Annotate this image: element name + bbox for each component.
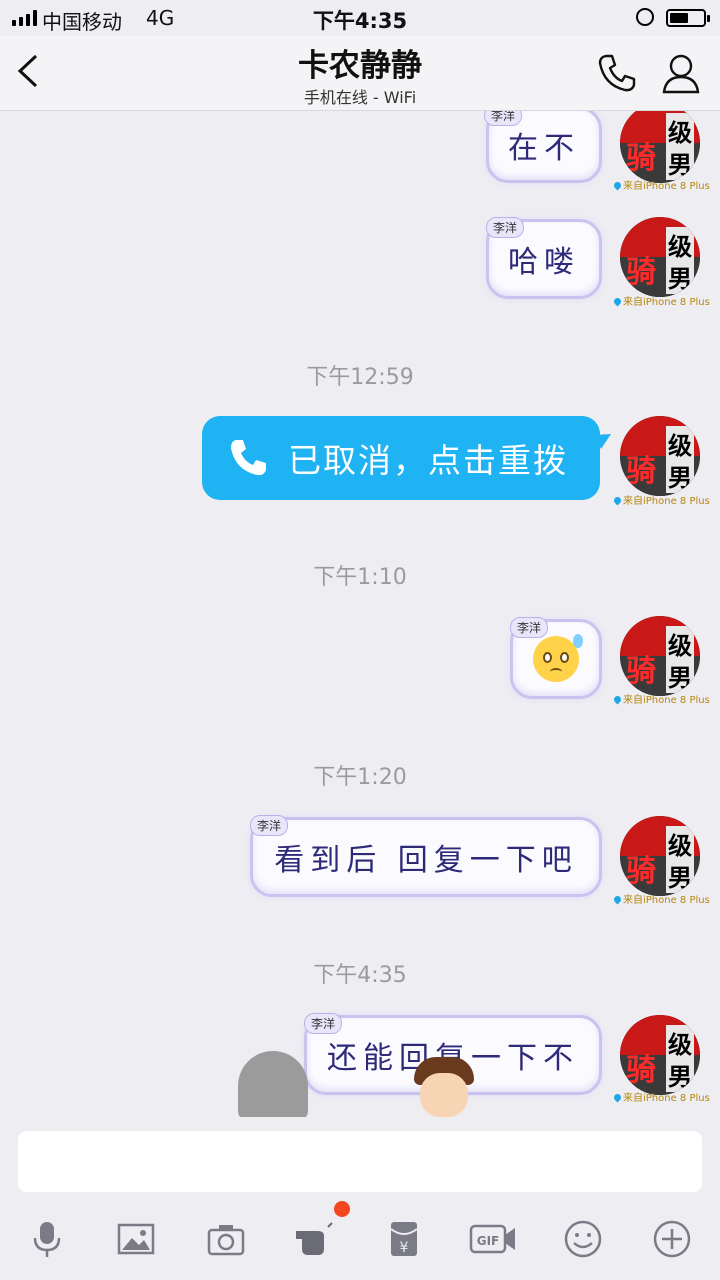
svg-text:¥: ¥ [400, 1240, 409, 1256]
chat-area[interactable]: 在不 李洋 骑级男 来自iPhone 8 Plus 哈喽 李洋 骑级男 来自iP… [0, 111, 720, 1117]
camera-icon[interactable] [196, 1209, 256, 1269]
device-label: 来自iPhone 8 Plus [612, 492, 710, 507]
notification-badge [334, 1201, 350, 1217]
avatar[interactable]: 骑级男 [620, 111, 700, 183]
profile-icon[interactable] [658, 50, 704, 96]
name-tag: 李洋 [484, 111, 523, 126]
toolbar: ¥ GIF [0, 1209, 720, 1269]
svg-text:GIF: GIF [477, 1234, 500, 1248]
phone-icon [231, 440, 266, 476]
phone-call-icon[interactable] [594, 50, 640, 96]
device-label: 来自iPhone 8 Plus [612, 293, 710, 308]
device-label: 来自iPhone 8 Plus [612, 691, 710, 706]
poke-icon[interactable] [284, 1209, 344, 1269]
name-tag: 李洋 [486, 217, 525, 238]
gif-icon[interactable]: GIF [463, 1209, 523, 1269]
message-text: 在不 [508, 131, 580, 166]
name-tag: 李洋 [250, 815, 289, 836]
microphone-icon[interactable] [17, 1209, 77, 1269]
message-text: 哈喽 [508, 245, 580, 280]
input-bar: ¥ GIF [0, 1117, 720, 1280]
device-label: 来自iPhone 8 Plus [612, 177, 710, 192]
battery-icon [666, 9, 710, 27]
timestamp-separator: 下午1:20 [313, 765, 407, 790]
message-input[interactable] [18, 1131, 702, 1192]
name-tag: 李洋 [304, 1013, 343, 1034]
avatar[interactable]: 骑级男 [620, 1015, 700, 1095]
device-label: 来自iPhone 8 Plus [612, 1089, 710, 1104]
status-bar: 中国移动 4G 下午4:35 [0, 0, 720, 36]
avatar[interactable]: 骑级男 [620, 217, 700, 297]
red-packet-icon[interactable]: ¥ [374, 1209, 434, 1269]
name-tag: 李洋 [510, 617, 549, 638]
timestamp-separator: 下午1:10 [313, 565, 407, 590]
device-label: 来自iPhone 8 Plus [612, 891, 710, 906]
anxious-sweat-emoji-icon [533, 634, 583, 682]
cartoon-kid-sticker [412, 1057, 476, 1117]
grey-avatar-sticker [238, 1051, 308, 1117]
message-bubble[interactable]: 看到后 回复一下吧 [250, 817, 602, 897]
plus-icon[interactable] [642, 1209, 702, 1269]
message-text: 看到后 回复一下吧 [274, 843, 578, 878]
rotation-lock-icon [636, 8, 654, 26]
avatar[interactable]: 骑级男 [620, 616, 700, 696]
timestamp-separator: 下午12:59 [306, 365, 414, 390]
call-text: 已取消，点击重拨 [288, 441, 568, 480]
avatar[interactable]: 骑级男 [620, 816, 700, 896]
avatar[interactable]: 骑级男 [620, 416, 700, 496]
call-cancelled-bubble[interactable]: 已取消，点击重拨 [202, 416, 600, 500]
chat-header: 卡农静静 手机在线 - WiFi [0, 36, 720, 111]
image-icon[interactable] [106, 1209, 166, 1269]
timestamp-separator: 下午4:35 [313, 963, 407, 988]
emoji-icon[interactable] [553, 1209, 613, 1269]
status-time: 下午4:35 [312, 9, 408, 33]
